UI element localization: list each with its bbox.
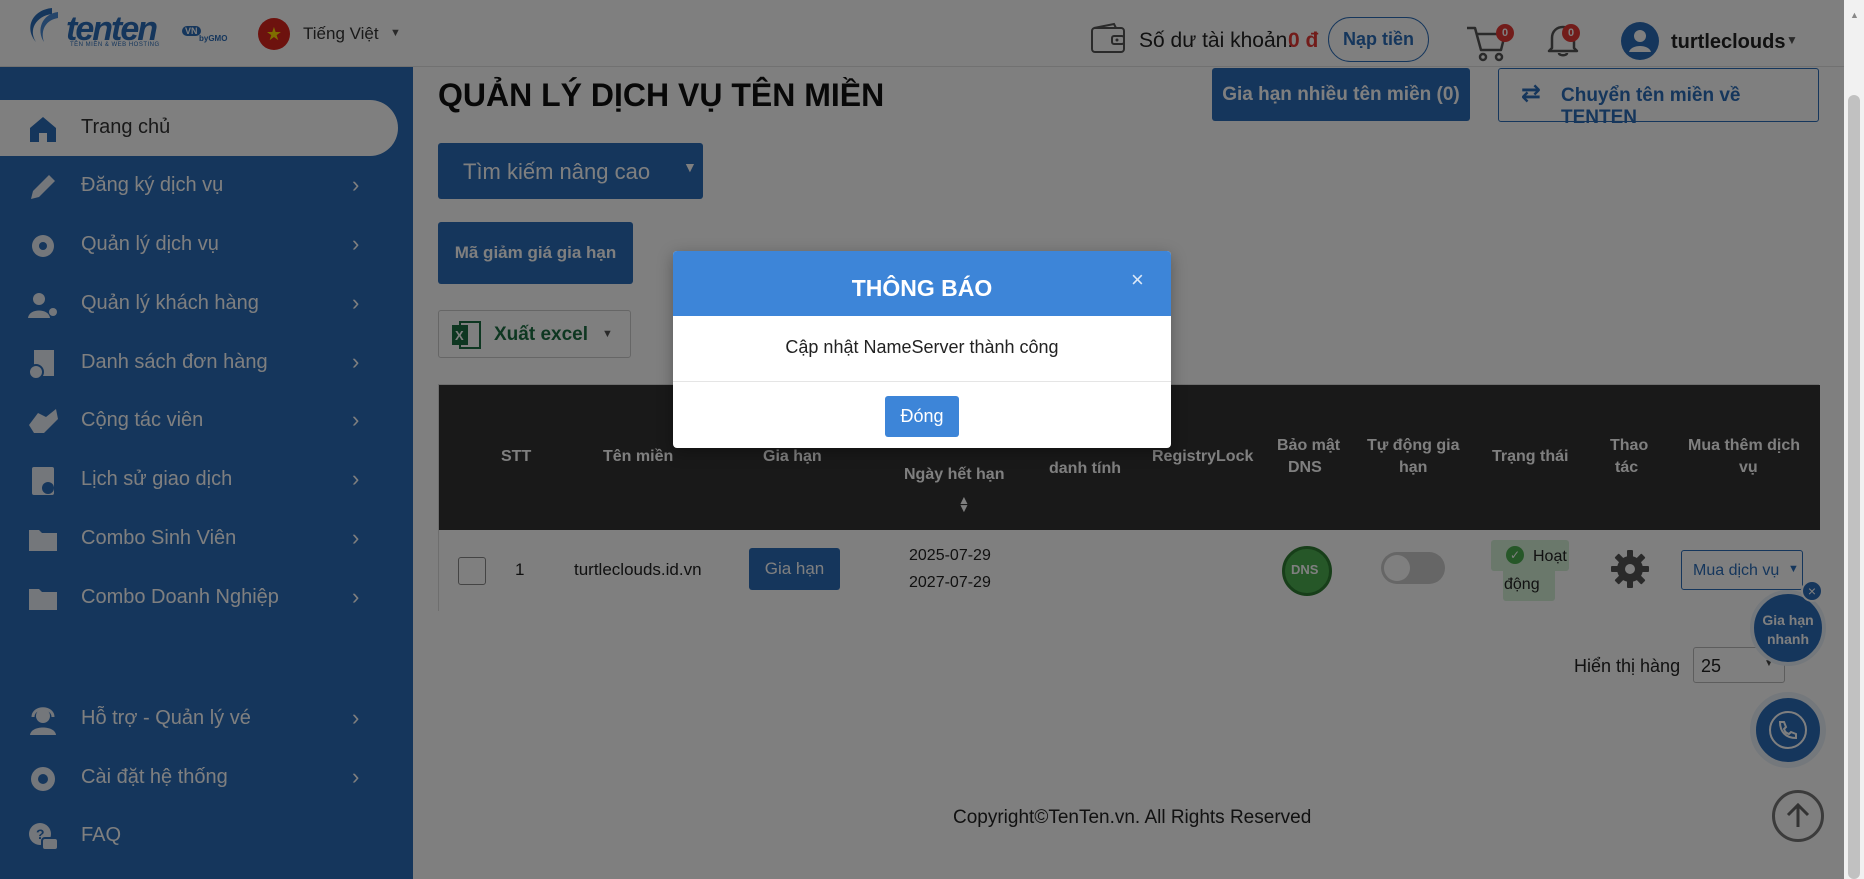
modal-header: THÔNG BÁO × [673,251,1171,316]
modal-title: THÔNG BÁO [851,275,993,301]
notification-modal: THÔNG BÁO × Cập nhật NameServer thành cô… [673,251,1171,448]
close-button[interactable]: Đóng [885,396,959,437]
modal-message: Cập nhật NameServer thành công [785,337,1059,357]
scroll-up-icon[interactable]: ▲ [1850,10,1859,20]
close-icon[interactable]: × [1131,267,1144,293]
scrollbar-thumb[interactable] [1848,95,1860,879]
scrollbar[interactable]: ▲ [1844,0,1864,879]
modal-divider [673,381,1171,382]
